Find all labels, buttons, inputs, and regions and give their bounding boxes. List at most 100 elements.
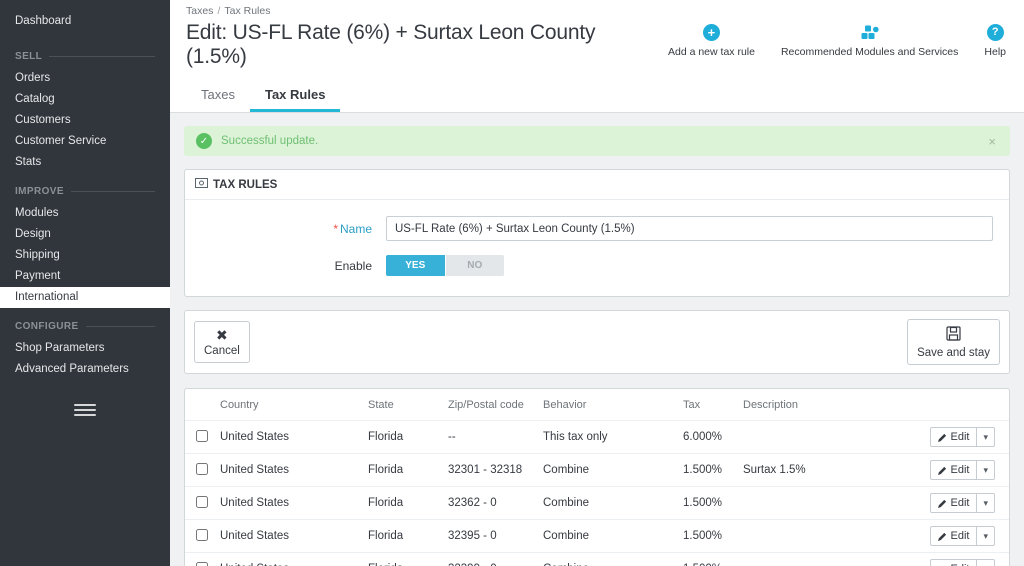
breadcrumb: Taxes/Tax Rules xyxy=(186,5,1008,17)
edit-button[interactable]: Edit xyxy=(930,493,978,513)
cell-state: Florida xyxy=(362,487,442,520)
edit-dropdown-toggle[interactable]: ▾ xyxy=(977,460,995,480)
table-header-row: Country State Zip/Postal code Behavior T… xyxy=(185,389,1009,421)
cell-state: Florida xyxy=(362,421,442,454)
page-header: Taxes/Tax Rules Edit: US-FL Rate (6%) + … xyxy=(170,0,1024,113)
cell-country: United States xyxy=(214,553,362,566)
menu-collapse-icon[interactable] xyxy=(74,404,96,416)
sidebar-item-dashboard[interactable]: Dashboard xyxy=(0,6,170,38)
cell-country: United States xyxy=(214,421,362,454)
cancel-x-icon: ✖ xyxy=(216,328,228,342)
sidebar-item-international[interactable]: International xyxy=(0,287,170,308)
breadcrumb-tax-rules: Tax Rules xyxy=(224,5,270,17)
row-checkbox[interactable] xyxy=(196,430,208,442)
sidebar-item-design[interactable]: Design xyxy=(0,224,170,245)
edit-dropdown-toggle[interactable]: ▾ xyxy=(977,427,995,447)
name-label-text: Name xyxy=(340,222,372,236)
alert-message: Successful update. xyxy=(221,135,977,147)
table-row: United States Florida 32362 - 0 Combine … xyxy=(185,487,1009,520)
cell-country: United States xyxy=(214,487,362,520)
plus-icon: + xyxy=(703,24,720,41)
cell-behavior: Combine xyxy=(537,454,677,487)
col-actions xyxy=(917,389,1009,421)
tax-rules-panel: TAX RULES *Name Enable YES NO xyxy=(184,169,1010,297)
row-checkbox[interactable] xyxy=(196,529,208,541)
add-tax-rule-button[interactable]: + Add a new tax rule xyxy=(668,24,755,58)
cell-description xyxy=(737,487,917,520)
name-input[interactable] xyxy=(386,216,993,241)
table-row: United States Florida 32301 - 32318 Comb… xyxy=(185,454,1009,487)
save-and-stay-label: Save and stay xyxy=(917,347,990,359)
cell-state: Florida xyxy=(362,553,442,566)
sidebar-section-improve: IMPROVE xyxy=(15,186,155,197)
toggle-yes[interactable]: YES xyxy=(386,255,445,276)
cell-behavior: Combine xyxy=(537,520,677,553)
row-checkbox[interactable] xyxy=(196,496,208,508)
cell-description xyxy=(737,421,917,454)
sidebar-item-customer-service[interactable]: Customer Service xyxy=(0,131,170,152)
sidebar-item-orders[interactable]: Orders xyxy=(0,68,170,89)
form-footer: ✖ Cancel Save and stay xyxy=(184,310,1010,374)
money-icon xyxy=(195,178,208,191)
breadcrumb-taxes[interactable]: Taxes xyxy=(186,5,213,17)
cancel-button[interactable]: ✖ Cancel xyxy=(194,321,250,363)
cell-zip: 32399 - 0 xyxy=(442,553,537,566)
tax-rules-table: Country State Zip/Postal code Behavior T… xyxy=(185,389,1009,566)
sidebar-section-configure: CONFIGURE xyxy=(15,321,155,332)
edit-button[interactable]: Edit xyxy=(930,427,978,447)
tab-taxes[interactable]: Taxes xyxy=(186,78,250,112)
tab-tax-rules[interactable]: Tax Rules xyxy=(250,78,340,112)
sidebar-item-payment[interactable]: Payment xyxy=(0,266,170,287)
page-title: Edit: US-FL Rate (6%) + Surtax Leon Coun… xyxy=(186,21,656,69)
col-country: Country xyxy=(214,389,362,421)
edit-button[interactable]: Edit xyxy=(930,559,978,566)
row-checkbox[interactable] xyxy=(196,463,208,475)
cell-tax: 6.000% xyxy=(677,421,737,454)
header-actions: + Add a new tax rule Recommended Modules… xyxy=(656,20,1008,58)
cell-country: United States xyxy=(214,454,362,487)
enable-label: Enable xyxy=(201,259,386,273)
edit-button[interactable]: Edit xyxy=(930,526,978,546)
cell-behavior: Combine xyxy=(537,487,677,520)
question-icon: ? xyxy=(987,24,1004,41)
panel-header: TAX RULES xyxy=(185,170,1009,200)
sidebar-item-customers[interactable]: Customers xyxy=(0,110,170,131)
edit-dropdown-toggle[interactable]: ▾ xyxy=(977,526,995,546)
enable-toggle[interactable]: YES NO xyxy=(386,255,504,276)
cancel-button-label: Cancel xyxy=(204,345,240,357)
sidebar-item-stats[interactable]: Stats xyxy=(0,152,170,173)
cell-zip: 32301 - 32318 xyxy=(442,454,537,487)
edit-dropdown-toggle[interactable]: ▾ xyxy=(977,493,995,513)
col-state: State xyxy=(362,389,442,421)
edit-button-label: Edit xyxy=(951,530,970,542)
recommended-modules-button[interactable]: Recommended Modules and Services xyxy=(781,24,958,58)
cell-state: Florida xyxy=(362,454,442,487)
edit-button[interactable]: Edit xyxy=(930,460,978,480)
sidebar-item-advanced-parameters[interactable]: Advanced Parameters xyxy=(0,359,170,380)
table-row: United States Florida 32399 - 0 Combine … xyxy=(185,553,1009,566)
cell-zip: 32395 - 0 xyxy=(442,520,537,553)
sidebar-item-shop-parameters[interactable]: Shop Parameters xyxy=(0,338,170,359)
edit-dropdown-toggle[interactable]: ▾ xyxy=(977,559,995,566)
recommended-modules-label: Recommended Modules and Services xyxy=(781,46,958,58)
main-area: Taxes/Tax Rules Edit: US-FL Rate (6%) + … xyxy=(170,0,1024,566)
toggle-no[interactable]: NO xyxy=(445,255,505,276)
sidebar-section-sell: SELL xyxy=(15,51,155,62)
alert-close-icon[interactable]: × xyxy=(986,134,998,149)
table-row: United States Florida 32395 - 0 Combine … xyxy=(185,520,1009,553)
cell-tax: 1.500% xyxy=(677,553,737,566)
modules-icon xyxy=(861,24,879,41)
pencil-icon xyxy=(938,499,947,508)
sidebar-item-modules[interactable]: Modules xyxy=(0,203,170,224)
row-checkbox[interactable] xyxy=(196,562,208,566)
help-label: Help xyxy=(984,46,1006,58)
col-behavior: Behavior xyxy=(537,389,677,421)
col-description: Description xyxy=(737,389,917,421)
help-button[interactable]: ? Help xyxy=(984,24,1006,58)
sidebar-item-catalog[interactable]: Catalog xyxy=(0,89,170,110)
col-zip: Zip/Postal code xyxy=(442,389,537,421)
tab-bar: Taxes Tax Rules xyxy=(186,78,1008,112)
sidebar-item-shipping[interactable]: Shipping xyxy=(0,245,170,266)
save-and-stay-button[interactable]: Save and stay xyxy=(907,319,1000,365)
sidebar-section-improve-title: IMPROVE xyxy=(15,186,64,197)
